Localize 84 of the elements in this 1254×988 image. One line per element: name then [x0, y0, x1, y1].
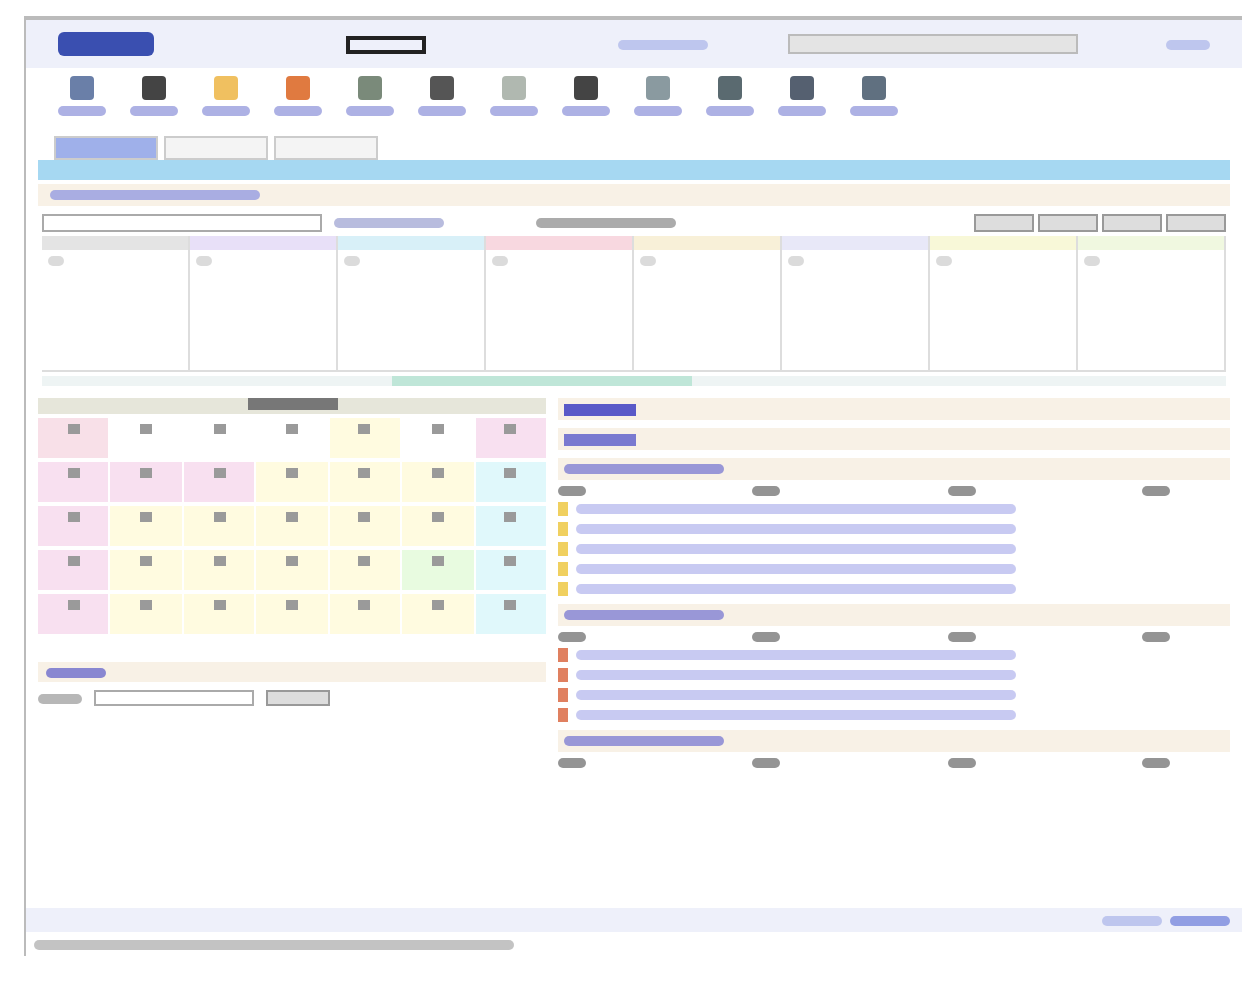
- text-line: [202, 106, 250, 116]
- text-line: [1166, 39, 1210, 49]
- text-line: [274, 106, 322, 116]
- calendar-day[interactable]: [256, 550, 328, 590]
- text-line: [196, 256, 212, 266]
- calendar-day[interactable]: [256, 462, 328, 502]
- group-select[interactable]: [42, 213, 322, 231]
- nav-button[interactable]: [974, 213, 1034, 231]
- text-line: [634, 106, 682, 116]
- text-line: [334, 217, 444, 227]
- text-line: [490, 106, 538, 116]
- text-line: [492, 256, 508, 266]
- user-box: [346, 35, 426, 53]
- calendar-day[interactable]: [38, 462, 109, 502]
- nav-button[interactable]: [1102, 213, 1162, 231]
- calendar-day[interactable]: [110, 594, 182, 634]
- calendar-day[interactable]: [402, 594, 474, 634]
- text-line: [346, 106, 394, 116]
- calendar-day[interactable]: [402, 550, 474, 590]
- text-line: [558, 486, 586, 496]
- calendar-day[interactable]: [38, 594, 109, 634]
- calendar-day[interactable]: [475, 418, 546, 458]
- calendar-day[interactable]: [38, 506, 109, 546]
- search-button[interactable]: [266, 690, 330, 706]
- portlet-title[interactable]: [564, 403, 636, 415]
- text-line: [1102, 915, 1162, 925]
- calendar-day[interactable]: [110, 462, 182, 502]
- text-line: [1141, 486, 1170, 496]
- calendar-day[interactable]: [183, 462, 255, 502]
- calendar-day[interactable]: [329, 418, 401, 458]
- text-line: [130, 106, 178, 116]
- calendar-day[interactable]: [329, 550, 401, 590]
- text-line: [618, 39, 708, 49]
- calendar-day[interactable]: [183, 594, 255, 634]
- text-line: [947, 758, 976, 768]
- text-line: [706, 106, 754, 116]
- text-line: [558, 632, 586, 642]
- calendar-day[interactable]: [38, 550, 109, 590]
- calendar-day[interactable]: [475, 550, 546, 590]
- calendar-day[interactable]: [38, 418, 109, 458]
- text-line: [38, 693, 82, 703]
- calendar-day[interactable]: [329, 506, 401, 546]
- text-line: [1141, 758, 1170, 768]
- calendar-day[interactable]: [110, 506, 182, 546]
- text-line: [1170, 915, 1230, 925]
- text-line: [778, 106, 826, 116]
- nav-button[interactable]: [1038, 213, 1098, 231]
- calendar-day[interactable]: [475, 506, 546, 546]
- text-line: [947, 486, 976, 496]
- calendar-day[interactable]: [402, 506, 474, 546]
- tab[interactable]: [274, 136, 378, 160]
- text-line: [936, 256, 952, 266]
- month-label: [247, 398, 337, 410]
- calendar-day[interactable]: [256, 506, 328, 546]
- calendar-day[interactable]: [475, 594, 546, 634]
- text-line: [536, 217, 676, 227]
- calendar-day[interactable]: [183, 506, 255, 546]
- portlet-title[interactable]: [564, 433, 636, 445]
- text-line: [48, 256, 64, 266]
- input-field[interactable]: [94, 690, 254, 706]
- text-line: [640, 256, 656, 266]
- nav-button[interactable]: [1166, 213, 1226, 231]
- text-line: [752, 632, 781, 642]
- calendar-day[interactable]: [110, 550, 182, 590]
- text-line: [562, 106, 610, 116]
- text-line: [850, 106, 898, 116]
- text-line: [46, 667, 106, 677]
- text-line: [558, 758, 586, 768]
- text-line: [788, 256, 804, 266]
- text-line: [1141, 632, 1170, 642]
- text-line: [752, 486, 781, 496]
- text-line: [418, 106, 466, 116]
- calendar-day[interactable]: [402, 462, 474, 502]
- text-line: [752, 758, 781, 768]
- calendar-day[interactable]: [329, 594, 401, 634]
- calendar-day[interactable]: [256, 594, 328, 634]
- text-line: [344, 256, 360, 266]
- calendar-day[interactable]: [329, 462, 401, 502]
- text-line: [58, 106, 106, 116]
- calendar-day[interactable]: [475, 462, 546, 502]
- text-line: [947, 632, 976, 642]
- text-line: [1084, 256, 1100, 266]
- calendar-day[interactable]: [183, 550, 255, 590]
- logo-icon: [58, 32, 154, 56]
